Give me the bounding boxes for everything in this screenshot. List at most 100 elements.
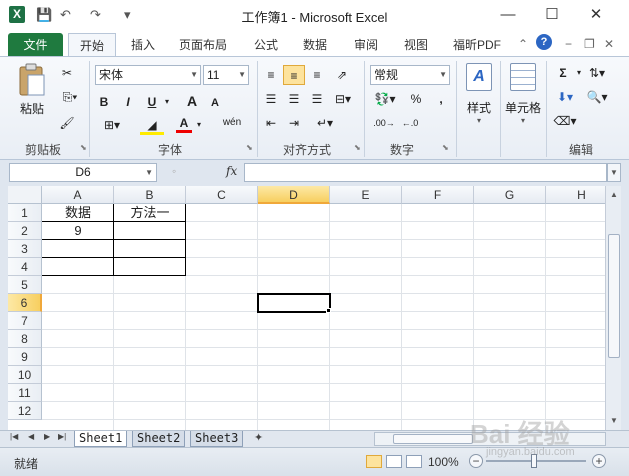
close-button[interactable]: ✕ — [580, 4, 612, 26]
scroll-up-icon[interactable]: ▲ — [607, 188, 621, 202]
row-header-11[interactable]: 11 — [8, 384, 42, 402]
tab-file[interactable]: 文件 — [8, 33, 63, 57]
font-name-select[interactable]: 宋体 ▼ — [95, 65, 201, 85]
row-header-9[interactable]: 9 — [8, 348, 42, 366]
insert-function-button[interactable]: fx — [226, 164, 237, 178]
doc-minimize-icon[interactable]: − — [565, 36, 572, 52]
maximize-button[interactable]: ☐ — [536, 4, 568, 26]
font-size-select[interactable]: 11 ▼ — [203, 65, 249, 85]
page-break-view-icon[interactable] — [406, 455, 422, 468]
row-header-12[interactable]: 12 — [8, 402, 42, 420]
font-color-button[interactable]: A — [176, 113, 192, 133]
zoom-level[interactable]: 100% — [428, 455, 459, 469]
phonetic-button[interactable]: wén — [218, 113, 246, 133]
sheet-tab-sheet2[interactable]: Sheet2 — [132, 431, 186, 447]
comma-button[interactable]: , — [434, 89, 448, 109]
zoom-slider-knob[interactable] — [531, 454, 537, 468]
styles-button[interactable]: A 样式 ▾ — [461, 63, 497, 125]
increase-decimal-icon[interactable]: .00→ — [372, 113, 396, 133]
expand-formula-bar-icon[interactable]: ▼ — [607, 163, 621, 182]
number-launcher-icon[interactable]: ⬊ — [442, 143, 449, 152]
select-all-corner[interactable] — [8, 186, 42, 204]
insert-sheet-icon[interactable]: ✦ — [254, 431, 263, 444]
scroll-down-icon[interactable]: ▼ — [607, 414, 621, 428]
cell-a1[interactable]: 数据 — [42, 204, 114, 222]
last-sheet-icon[interactable]: ▶| — [58, 432, 66, 441]
active-cell-d6[interactable] — [257, 293, 331, 313]
column-header-a[interactable]: A — [42, 186, 114, 204]
align-bottom-icon[interactable]: ≡ — [308, 65, 326, 85]
clear-icon[interactable]: ⌫▾ — [552, 111, 578, 131]
minimize-button[interactable]: — — [492, 4, 524, 26]
format-painter-icon[interactable]: 🖌 — [58, 113, 76, 133]
copy-icon[interactable]: ⎘▾ — [58, 87, 82, 107]
zoom-out-icon[interactable]: − — [469, 454, 483, 468]
grow-font-button[interactable]: A — [184, 91, 200, 111]
doc-close-icon[interactable]: ✕ — [604, 36, 614, 52]
normal-view-icon[interactable] — [366, 455, 382, 468]
column-header-b[interactable]: B — [114, 186, 186, 204]
row-header-8[interactable]: 8 — [8, 330, 42, 348]
underline-button[interactable]: U — [144, 92, 160, 112]
first-sheet-icon[interactable]: |◀ — [10, 432, 18, 441]
underline-dropdown-icon[interactable]: ▾ — [162, 92, 172, 112]
cell-b1[interactable]: 方法一 — [114, 204, 186, 222]
row-header-10[interactable]: 10 — [8, 366, 42, 384]
cell-a2[interactable]: 9 — [42, 222, 114, 240]
autosum-dropdown-icon[interactable]: ▾ — [574, 63, 584, 83]
alignment-launcher-icon[interactable]: ⬊ — [354, 143, 361, 152]
ribbon-collapse-icon[interactable]: ⌃ — [518, 36, 528, 52]
fill-icon[interactable]: ⬇▾ — [552, 87, 578, 107]
shrink-font-button[interactable]: A — [208, 93, 222, 113]
row-header-4[interactable]: 4 — [8, 258, 42, 276]
column-header-g[interactable]: G — [474, 186, 546, 204]
percent-button[interactable]: % — [408, 89, 424, 109]
help-icon[interactable]: ? — [536, 34, 552, 50]
cut-icon[interactable]: ✂ — [58, 63, 76, 83]
row-header-3[interactable]: 3 — [8, 240, 42, 258]
prev-sheet-icon[interactable]: ◀ — [28, 432, 34, 441]
borders-icon[interactable]: ⊞▾ — [100, 115, 124, 135]
row-header-1[interactable]: 1 — [8, 204, 42, 222]
italic-button[interactable]: I — [120, 92, 136, 112]
column-header-h[interactable]: H — [546, 186, 605, 204]
column-header-c[interactable]: C — [186, 186, 258, 204]
zoom-in-icon[interactable]: + — [592, 454, 606, 468]
column-header-e[interactable]: E — [330, 186, 402, 204]
page-layout-view-icon[interactable] — [386, 455, 402, 468]
paste-button[interactable]: 粘贴 — [12, 63, 52, 117]
tab-page-layout[interactable]: 页面布局 — [172, 33, 234, 57]
bold-button[interactable]: B — [96, 92, 112, 112]
orientation-icon[interactable]: ⇗ — [332, 65, 352, 85]
name-box[interactable]: D6 ▼ — [9, 163, 157, 182]
fill-color-icon[interactable]: ◢ — [140, 115, 164, 135]
spreadsheet-grid[interactable]: A B C D E F G H 1 2 3 4 5 6 7 8 9 10 11 … — [8, 186, 605, 430]
align-left-icon[interactable]: ☰ — [262, 89, 280, 109]
wrap-text-icon[interactable]: ↵▾ — [314, 113, 336, 133]
align-right-icon[interactable]: ☰ — [308, 89, 326, 109]
align-middle-icon[interactable]: ≡ — [283, 65, 305, 85]
column-header-f[interactable]: F — [402, 186, 474, 204]
tab-home[interactable]: 开始 — [68, 33, 116, 57]
column-header-d[interactable]: D — [258, 186, 330, 204]
clipboard-launcher-icon[interactable]: ⬊ — [80, 143, 87, 152]
sheet-tab-sheet1[interactable]: Sheet1 — [74, 431, 128, 447]
doc-restore-icon[interactable]: ❐ — [584, 36, 595, 52]
tab-data[interactable]: 数据 — [294, 33, 336, 57]
find-select-icon[interactable]: 🔍▾ — [584, 87, 610, 107]
row-header-2[interactable]: 2 — [8, 222, 42, 240]
merge-center-icon[interactable]: ⊟▾ — [332, 89, 354, 109]
autosum-button[interactable]: Σ — [552, 63, 574, 83]
font-launcher-icon[interactable]: ⬊ — [246, 143, 253, 152]
row-header-7[interactable]: 7 — [8, 312, 42, 330]
tab-insert[interactable]: 插入 — [122, 33, 164, 57]
vertical-scroll-thumb[interactable] — [608, 234, 620, 358]
align-top-icon[interactable]: ≡ — [262, 65, 280, 85]
horizontal-scroll-thumb[interactable] — [393, 434, 473, 444]
fill-handle[interactable] — [326, 308, 331, 313]
tab-view[interactable]: 视图 — [396, 33, 436, 57]
currency-icon[interactable]: 💱▾ — [372, 89, 398, 109]
font-color-dropdown-icon[interactable]: ▾ — [194, 115, 204, 135]
tab-foxit-pdf[interactable]: 福昕PDF — [446, 33, 508, 57]
formula-input[interactable] — [244, 163, 607, 182]
